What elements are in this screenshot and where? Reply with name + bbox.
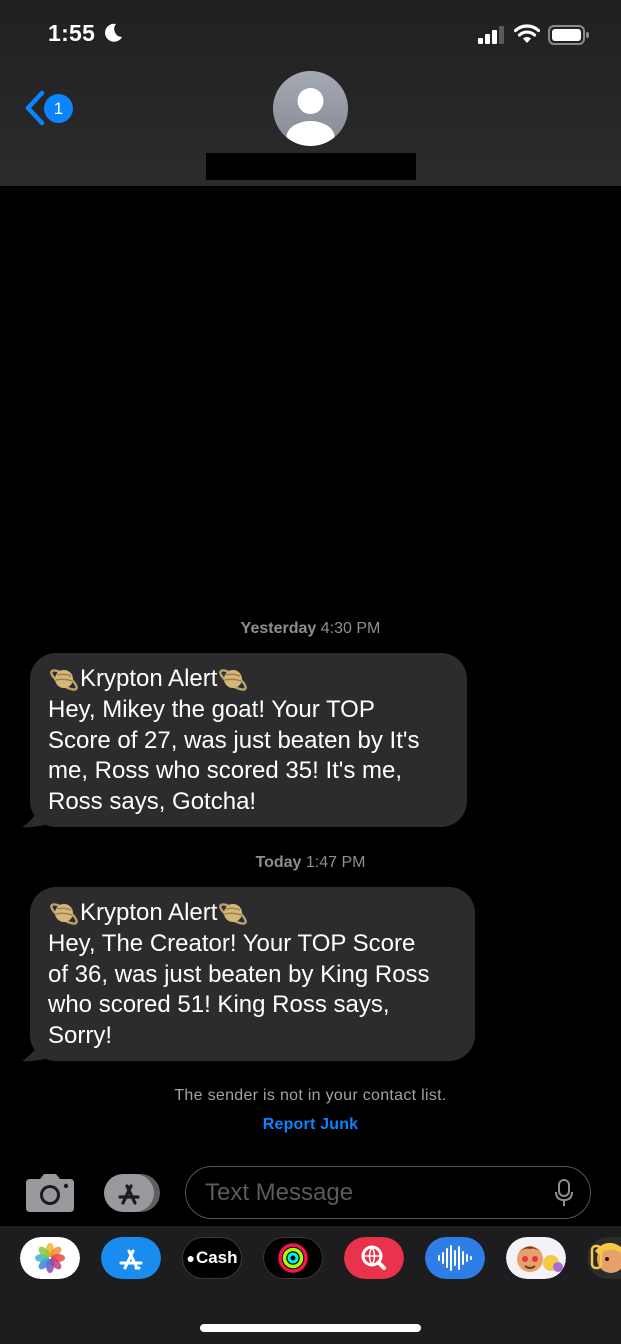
message-body-line: of 36, was just beaten by King Ross (48, 960, 430, 988)
do-not-disturb-moon-icon (105, 23, 122, 42)
apple-logo-icon: ● (186, 1250, 195, 1266)
message-body-line: Score of 27, was just beaten by It's (48, 726, 420, 754)
photos-app-icon[interactable] (20, 1237, 80, 1279)
memoji-icon[interactable] (587, 1237, 621, 1279)
ringed-planet-icon (50, 903, 78, 925)
cash-label: Cash (195, 1248, 238, 1267)
message-body-line: Sorry! (48, 1021, 113, 1049)
battery-icon (548, 25, 589, 45)
app-store-icon[interactable] (101, 1237, 161, 1279)
message-bubble[interactable]: Krypton Alert Hey, Mikey the goat! Your … (30, 653, 467, 827)
alert-title-line: Krypton Alert (48, 897, 457, 929)
apple-cash-icon[interactable]: ● Cash (182, 1237, 242, 1279)
contact-avatar[interactable] (273, 71, 348, 146)
ringed-planet-icon (219, 669, 248, 691)
alert-title-line: Krypton Alert (48, 663, 449, 695)
unknown-sender-notice: The sender is not in your contact list. (174, 1087, 447, 1104)
alert-title: Krypton Alert (80, 898, 218, 926)
message-body-line: me, Ross who scored 35! It's me, (48, 757, 403, 784)
web-image-search-icon[interactable] (344, 1237, 404, 1279)
message-input-field[interactable] (185, 1166, 591, 1219)
cellular-signal-icon (478, 26, 504, 44)
fitness-activity-icon[interactable] (263, 1237, 323, 1279)
message-bubble[interactable]: Krypton Alert Hey, The Creator! Your TOP… (30, 887, 475, 1061)
message-body-line: who scored 51! King Ross says, (48, 991, 390, 1018)
audio-message-waveform-icon[interactable] (425, 1237, 485, 1279)
message-body-line: Ross says, Gotcha! (48, 787, 257, 815)
wifi-icon (514, 24, 540, 43)
message-body-line: Hey, The Creator! Your TOP Score (48, 930, 416, 957)
message-timestamp: Yesterday 4:30 PM (0, 620, 621, 638)
ringed-planet-icon (50, 669, 78, 691)
conversation-header: 1:55 1 (0, 0, 621, 186)
microphone-icon[interactable] (554, 1179, 574, 1207)
app-store-apps-button[interactable] (104, 1174, 160, 1212)
status-time: 1:55 (48, 20, 96, 46)
message-timestamp: Today 1:47 PM (0, 854, 621, 872)
message-body-line: Hey, Mikey the goat! Your TOP (48, 696, 375, 723)
timestamp-time: 1:47 PM (305, 854, 366, 871)
ringed-planet-icon (219, 903, 248, 925)
report-junk-link[interactable]: Report Junk (0, 1116, 621, 1134)
home-indicator[interactable] (200, 1324, 421, 1332)
alert-title: Krypton Alert (80, 664, 218, 692)
unread-count-badge[interactable]: 1 (44, 94, 73, 123)
timestamp-day: Yesterday (240, 620, 317, 637)
timestamp-day: Today (255, 854, 302, 871)
memoji-stickers-icon[interactable] (506, 1237, 566, 1279)
timestamp-time: 4:30 PM (320, 620, 381, 637)
camera-icon[interactable] (26, 1174, 74, 1212)
contact-name-redacted[interactable] (206, 153, 416, 180)
message-input[interactable] (205, 1179, 525, 1207)
